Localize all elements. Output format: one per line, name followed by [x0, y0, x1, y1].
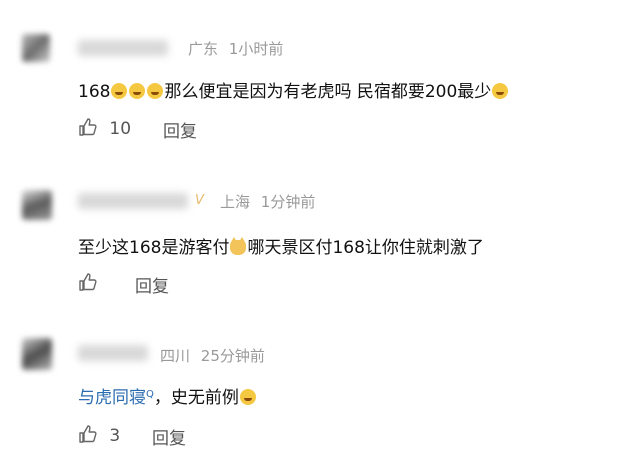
like-count: 3	[109, 426, 121, 446]
topic-link[interactable]: 与虎同寝	[78, 388, 146, 408]
thumb-up-icon	[79, 425, 97, 443]
avatar[interactable]	[22, 338, 52, 370]
location: 四川	[160, 347, 191, 365]
search-icon: Q	[146, 389, 154, 400]
comment-text: 与虎同寝Q，史无前例	[78, 383, 257, 408]
reply-button[interactable]: 回复	[152, 424, 186, 449]
timestamp: 25分钟前	[200, 347, 265, 365]
like-button[interactable]: 3	[78, 424, 120, 446]
username-blurred[interactable]	[78, 345, 148, 361]
comment-meta: 四川 25分钟前	[160, 345, 265, 366]
comment-item: 四川 25分钟前 与虎同寝Q，史无前例 3 回复	[0, 0, 641, 463]
laugh-emoji-icon	[239, 389, 256, 405]
